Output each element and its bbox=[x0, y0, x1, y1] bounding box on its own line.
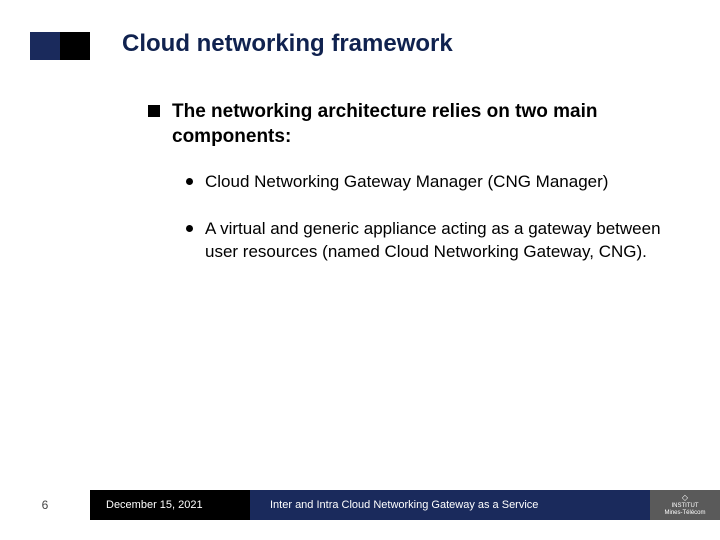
logo-text-line1: INSTITUT bbox=[672, 503, 699, 510]
diamond-icon: ◇ bbox=[682, 493, 688, 503]
bullet-level2: Cloud Networking Gateway Manager (CNG Ma… bbox=[186, 171, 690, 194]
bullet-level2: A virtual and generic appliance acting a… bbox=[186, 218, 690, 264]
header-stripe bbox=[0, 32, 120, 60]
intro-text: The networking architecture relies on tw… bbox=[172, 100, 690, 149]
square-bullet-icon bbox=[148, 105, 160, 117]
slide-title: Cloud networking framework bbox=[122, 30, 453, 58]
footer-bar: 6 December 15, 2021 Inter and Intra Clou… bbox=[0, 490, 720, 520]
point-text: A virtual and generic appliance acting a… bbox=[205, 218, 690, 264]
stripe-segment bbox=[30, 32, 60, 60]
slide-content: The networking architecture relies on tw… bbox=[148, 100, 690, 288]
logo-text-line2: Mines-Télécom bbox=[664, 510, 705, 517]
footer-date: December 15, 2021 bbox=[90, 490, 250, 520]
stripe-segment bbox=[90, 32, 120, 60]
stripe-segment bbox=[60, 32, 90, 60]
page-number: 6 bbox=[0, 490, 90, 520]
point-text: Cloud Networking Gateway Manager (CNG Ma… bbox=[205, 171, 608, 194]
footer-logo: ◇ INSTITUT Mines-Télécom bbox=[650, 490, 720, 520]
footer-title: Inter and Intra Cloud Networking Gateway… bbox=[250, 490, 650, 520]
stripe-segment bbox=[0, 32, 30, 60]
dot-bullet-icon bbox=[186, 225, 193, 232]
dot-bullet-icon bbox=[186, 178, 193, 185]
bullet-level1: The networking architecture relies on tw… bbox=[148, 100, 690, 149]
